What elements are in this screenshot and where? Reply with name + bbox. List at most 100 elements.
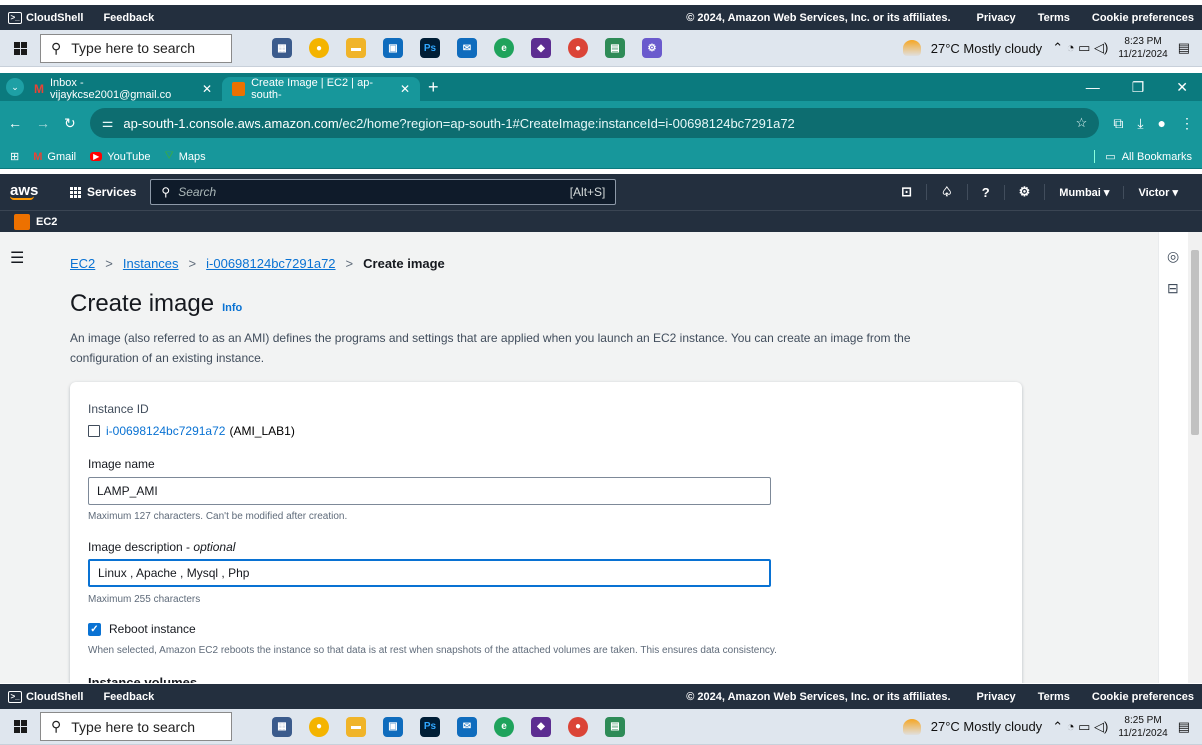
copy-icon[interactable] <box>88 425 100 437</box>
address-bar[interactable]: ⚌ ap-south-1.console.aws.amazon.com/ec2/… <box>89 108 1100 138</box>
store-icon[interactable]: ▣ <box>383 716 403 737</box>
download-icon[interactable]: ⤓ <box>1137 115 1143 132</box>
photos-icon[interactable]: ▤ <box>605 716 625 737</box>
feedback-link[interactable]: Feedback <box>103 691 154 703</box>
new-tab-button[interactable]: + <box>428 77 439 98</box>
photoshop-icon[interactable]: Ps <box>420 716 440 737</box>
terms-link[interactable]: Terms <box>1038 12 1070 24</box>
terms-link[interactable]: Terms <box>1038 691 1070 703</box>
help-icon[interactable]: ? <box>968 184 1005 200</box>
chevron-right-icon: > <box>188 256 197 271</box>
edge-icon[interactable]: e <box>494 38 514 58</box>
site-info-icon[interactable]: ⚌ <box>102 115 114 131</box>
page-title: Create image Info <box>70 290 243 317</box>
bookmark-gmail[interactable]: M Gmail <box>33 151 76 163</box>
bookmark-star-icon[interactable]: ☆ <box>1076 115 1088 131</box>
account-menu[interactable]: Victor ▾ <box>1124 186 1192 199</box>
region-selector[interactable]: Mumbai ▾ <box>1045 185 1125 199</box>
right-utility-rail: ◎ ⊟ <box>1158 232 1188 683</box>
visual-studio-icon[interactable]: ◆ <box>531 716 551 737</box>
feedback-panel-icon[interactable]: ⊟ <box>1167 280 1179 297</box>
reboot-instance-checkbox[interactable]: ✓ Reboot instance <box>88 622 196 636</box>
edge-icon[interactable]: e <box>494 716 514 737</box>
start-button[interactable] <box>0 41 40 55</box>
tab-create-image[interactable]: Create Image | EC2 | ap-south- ✕ <box>222 77 420 101</box>
breadcrumb-ec2[interactable]: EC2 <box>70 256 95 271</box>
close-tab-icon[interactable]: ✕ <box>202 82 212 96</box>
restore-icon[interactable]: ❐ <box>1132 79 1145 96</box>
task-view-icon[interactable]: ▦ <box>272 716 292 737</box>
start-button[interactable] <box>0 720 40 733</box>
breadcrumb-instances[interactable]: Instances <box>123 256 179 271</box>
system-tray-icons[interactable]: ⌃ ◔ ▭ ◁) <box>1052 719 1108 735</box>
chrome-profile-icon[interactable]: ● <box>568 716 588 737</box>
tab-search-icon[interactable]: ⌄ <box>6 78 24 96</box>
cloudshell-button[interactable]: >_ CloudShell <box>8 690 83 703</box>
file-explorer-icon[interactable]: ▬ <box>346 716 366 737</box>
page-scrollbar[interactable] <box>1188 232 1202 683</box>
feedback-link[interactable]: Feedback <box>103 12 154 24</box>
instance-id-link[interactable]: i-00698124bc7291a72 <box>106 424 225 438</box>
taskbar-search[interactable]: ⚲ Type here to search <box>40 33 232 63</box>
cookie-preferences-link[interactable]: Cookie preferences <box>1092 691 1194 703</box>
aws-search-input[interactable]: ⚲ Search [Alt+S] <box>150 179 617 205</box>
side-nav-menu-icon[interactable]: ☰ <box>10 248 24 268</box>
breadcrumb: EC2 > Instances > i-00698124bc7291a72 > … <box>70 256 445 271</box>
photos-icon[interactable]: ▤ <box>605 38 625 58</box>
profile-avatar[interactable]: ● <box>1158 115 1166 131</box>
bookmark-youtube[interactable]: ▶ YouTube <box>90 151 151 163</box>
store-icon[interactable]: ▣ <box>383 38 403 58</box>
tab-gmail-inbox[interactable]: M Inbox - vijaykcse2001@gmail.co ✕ <box>24 77 222 101</box>
copyright-text: © 2024, Amazon Web Services, Inc. or its… <box>686 11 951 24</box>
tutorial-icon[interactable]: ◎ <box>1167 248 1179 265</box>
cloudshell-button[interactable]: >_ CloudShell <box>8 11 83 24</box>
weather-text[interactable]: 27°C Mostly cloudy <box>931 719 1042 734</box>
photoshop-icon[interactable]: Ps <box>420 38 440 58</box>
aws-footer-top: >_ CloudShell Feedback © 2024, Amazon Web… <box>0 5 1202 30</box>
all-bookmarks-button[interactable]: ▭ All Bookmarks <box>1094 150 1192 163</box>
image-description-input[interactable] <box>88 559 771 587</box>
reload-icon[interactable]: ↻ <box>64 115 76 132</box>
notifications-bell-icon[interactable]: ♤ <box>927 184 968 200</box>
privacy-link[interactable]: Privacy <box>977 12 1016 24</box>
windows-icon <box>13 720 27 733</box>
cookie-preferences-link[interactable]: Cookie preferences <box>1092 12 1194 24</box>
menu-icon[interactable]: ⋮ <box>1180 115 1194 132</box>
chrome-profile-icon[interactable]: ● <box>568 38 588 58</box>
taskbar-clock[interactable]: 8:23 PM 11/21/2024 <box>1118 35 1167 61</box>
cloudshell-icon: >_ <box>8 11 22 24</box>
close-tab-icon[interactable]: ✕ <box>400 82 410 96</box>
chrome-icon[interactable]: ● <box>309 38 329 58</box>
network-app-icon[interactable]: ⚙ <box>642 38 662 58</box>
mail-icon[interactable]: ✉ <box>457 38 477 58</box>
privacy-link[interactable]: Privacy <box>977 691 1016 703</box>
taskbar-clock[interactable]: 8:25 PM 11/21/2024 <box>1118 714 1167 740</box>
apps-grid-icon[interactable]: ⊞ <box>10 150 19 163</box>
mail-icon[interactable]: ✉ <box>457 716 477 737</box>
weather-text[interactable]: 27°C Mostly cloudy <box>931 41 1042 56</box>
file-explorer-icon[interactable]: ▬ <box>346 38 366 58</box>
cloudshell-icon[interactable]: ⊡ <box>887 184 928 200</box>
ec2-shortcut[interactable]: EC2 <box>36 216 57 228</box>
notification-icon[interactable]: ▤ <box>1178 40 1190 56</box>
bookmark-maps[interactable]: ⛛ Maps <box>165 150 206 163</box>
extensions-icon[interactable]: ⧉ <box>1113 115 1123 132</box>
visual-studio-icon[interactable]: ◆ <box>531 38 551 58</box>
search-icon: ⚲ <box>51 39 62 56</box>
chrome-icon[interactable]: ● <box>309 716 329 737</box>
copyright-text: © 2024, Amazon Web Services, Inc. or its… <box>686 690 951 703</box>
back-icon[interactable]: ← <box>8 115 22 131</box>
image-name-input[interactable] <box>88 477 771 505</box>
minimize-icon[interactable]: — <box>1086 79 1100 96</box>
aws-logo[interactable]: aws <box>10 183 56 200</box>
info-link[interactable]: Info <box>222 302 242 314</box>
notification-icon[interactable]: ▤ <box>1178 719 1190 735</box>
taskbar-search[interactable]: ⚲ Type here to search <box>40 712 232 741</box>
settings-gear-icon[interactable]: ⚙ <box>1005 184 1046 200</box>
services-menu[interactable]: Services <box>70 185 136 199</box>
task-view-icon[interactable]: ▦ <box>272 38 292 58</box>
system-tray-icons[interactable]: ⌃ ◔ ▭ ◁) <box>1052 40 1108 56</box>
close-window-icon[interactable]: ✕ <box>1176 79 1188 96</box>
breadcrumb-instance-id[interactable]: i-00698124bc7291a72 <box>206 256 335 271</box>
forward-icon[interactable]: → <box>36 115 50 131</box>
